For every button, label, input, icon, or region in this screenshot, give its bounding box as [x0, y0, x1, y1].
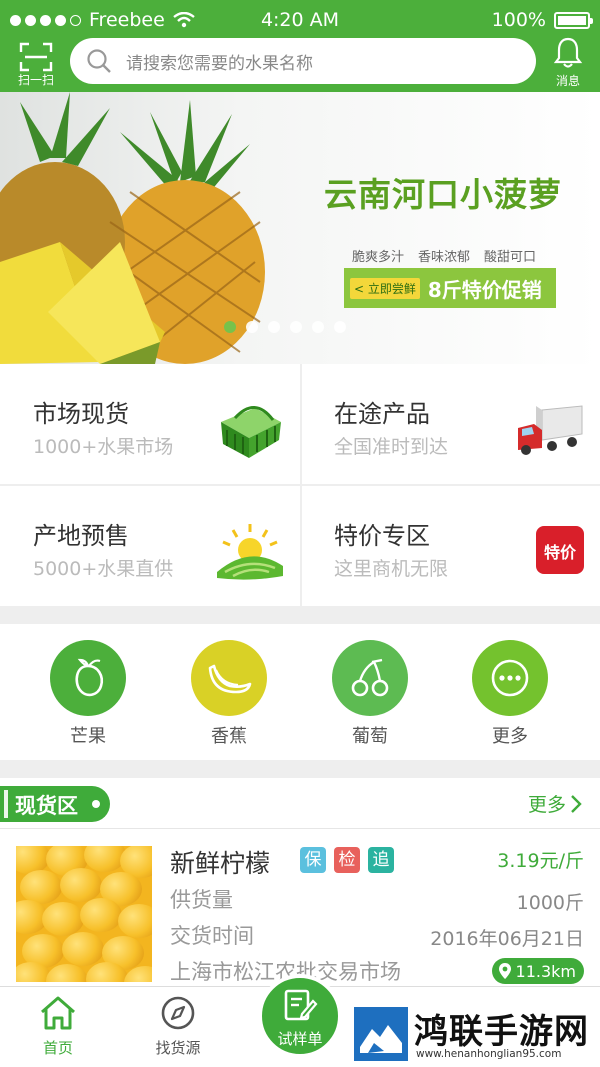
- search-icon: [87, 49, 111, 73]
- fruit-mango[interactable]: 芒果: [43, 640, 133, 748]
- delivery-value: 2016年06月21日: [430, 928, 584, 950]
- try-now-chip[interactable]: < 立即尝鲜: [350, 277, 420, 299]
- section-title: 现货区: [15, 794, 78, 818]
- tab-label: 找货源: [155, 1039, 201, 1057]
- scan-button[interactable]: 扫一扫: [8, 40, 64, 88]
- delivery-label: 交货时间: [170, 924, 254, 948]
- sale-bag-icon: 特价: [536, 526, 584, 574]
- battery-icon: [554, 11, 593, 29]
- fruit-more[interactable]: 更多: [465, 640, 555, 748]
- watermark-url: www.henanhonglian95.com: [416, 1048, 562, 1060]
- banner-tag: 脆爽多汁: [352, 250, 405, 265]
- chevron-right-icon: [571, 794, 582, 813]
- category-market-stock[interactable]: 市场现货 1000+水果市场: [0, 364, 299, 484]
- banner-tags: 脆爽多汁 香味浓郁 酸甜可口: [352, 246, 536, 265]
- section-bar: [4, 790, 8, 818]
- spot-section: 现货区 更多 新鲜柠檬 保 检 追 3.19元/斤 供货量 1000斤 交货时间…: [0, 778, 600, 988]
- banner-promo[interactable]: < 立即尝鲜 8斤特价促销: [344, 268, 556, 308]
- category-subtitle: 全国准时到达: [334, 436, 449, 458]
- scan-icon: [19, 42, 53, 72]
- more-icon: [472, 640, 548, 716]
- section-dot: [92, 800, 100, 808]
- fruit-category-row: 芒果 香蕉 葡萄 更多: [0, 624, 600, 760]
- product-image[interactable]: [16, 846, 152, 982]
- app-header: Freebee 4:20 AM 100% 扫一扫 请搜索您需要的水果名称 消息: [0, 0, 600, 92]
- sale-badge-text: 特价: [543, 543, 576, 562]
- badge-guarantee: 保: [300, 847, 326, 873]
- status-bar: Freebee 4:20 AM 100%: [0, 0, 600, 40]
- fruit-label: 葡萄: [352, 726, 388, 747]
- promo-banner[interactable]: 云南河口小菠萝 脆爽多汁 香味浓郁 酸甜可口 < 立即尝鲜 8斤特价促销: [0, 92, 600, 364]
- scan-label: 扫一扫: [17, 73, 54, 87]
- location-pin-icon: [498, 963, 511, 979]
- watermark-name: 鸿联手游网: [414, 1012, 589, 1052]
- home-icon: [41, 996, 75, 1030]
- more-link[interactable]: 更多: [528, 790, 582, 817]
- banner-pager[interactable]: [224, 321, 346, 333]
- battery-info: 100%: [491, 9, 593, 31]
- category-origin-presale[interactable]: 产地预售 5000+水果直供: [0, 486, 299, 606]
- banner-tag: 香味浓郁: [418, 250, 471, 265]
- category-special-offer[interactable]: 特价专区 这里商机无限 特价: [301, 486, 600, 606]
- tab-label: 首页: [42, 1039, 73, 1057]
- farm-sun-icon: [217, 524, 283, 580]
- pager-dot[interactable]: [290, 321, 302, 333]
- cherry-icon: [332, 640, 408, 716]
- edit-list-icon: [284, 989, 318, 1021]
- distance-value: 11.3km: [515, 961, 576, 981]
- category-in-transit[interactable]: 在途产品 全国准时到达: [301, 364, 600, 484]
- watermark: 鸿联手游网 www.henanhonglian95.com: [350, 1002, 600, 1064]
- banner-title: 云南河口小菠萝: [324, 175, 562, 214]
- badge-traceable: 追: [368, 847, 394, 873]
- product-price: 3.19元/斤: [497, 850, 584, 872]
- bell-icon: [553, 37, 583, 68]
- pager-dot[interactable]: [246, 321, 258, 333]
- fruit-label: 芒果: [70, 726, 106, 747]
- mango-icon: [50, 640, 126, 716]
- compass-icon: [161, 996, 195, 1030]
- fruit-label: 更多: [492, 726, 528, 747]
- sample-order-button[interactable]: 试样单: [258, 974, 342, 1058]
- tab-find-source[interactable]: 找货源: [133, 995, 223, 1058]
- fruit-banana[interactable]: 香蕉: [184, 640, 274, 748]
- banner-tag: 酸甜可口: [484, 250, 537, 265]
- pager-dot[interactable]: [268, 321, 280, 333]
- supply-value: 1000斤: [516, 892, 584, 914]
- pager-dot[interactable]: [312, 321, 324, 333]
- grid-divider: [0, 484, 600, 486]
- distance-badge[interactable]: 11.3km: [491, 958, 584, 984]
- pager-dot[interactable]: [334, 321, 346, 333]
- category-subtitle: 1000+水果市场: [33, 436, 174, 458]
- banana-icon: [191, 640, 267, 716]
- product-name[interactable]: 新鲜柠檬: [170, 844, 270, 880]
- basket-icon: [221, 406, 281, 458]
- messages-label: 消息: [555, 74, 580, 88]
- promo-text: 8斤特价促销: [427, 277, 542, 302]
- section-header: 现货区: [0, 786, 110, 822]
- category-grid: 市场现货 1000+水果市场 在途产品 全国准时到达 产地预售 5000+水果直…: [0, 364, 600, 606]
- section-divider: [0, 828, 600, 829]
- watermark-logo: [354, 1007, 408, 1061]
- messages-button[interactable]: 消息: [544, 34, 592, 90]
- category-title: 特价专区: [334, 522, 430, 550]
- sample-order-label: 试样单: [277, 1030, 323, 1048]
- search-input[interactable]: 请搜索您需要的水果名称: [70, 38, 536, 84]
- tab-home[interactable]: 首页: [13, 995, 103, 1058]
- category-title: 市场现货: [33, 400, 129, 428]
- category-subtitle: 这里商机无限: [334, 558, 449, 580]
- fruit-grape[interactable]: 葡萄: [325, 640, 415, 748]
- pager-dot[interactable]: [224, 321, 236, 333]
- supply-label: 供货量: [170, 888, 233, 912]
- battery-percent: 100%: [491, 9, 546, 31]
- category-title: 产地预售: [33, 522, 129, 550]
- badge-inspected: 检: [334, 847, 360, 873]
- category-subtitle: 5000+水果直供: [33, 558, 174, 580]
- search-placeholder: 请搜索您需要的水果名称: [126, 53, 313, 74]
- more-label: 更多: [527, 794, 566, 816]
- truck-icon: [518, 405, 583, 455]
- category-title: 在途产品: [334, 400, 430, 428]
- fruit-label: 香蕉: [211, 726, 247, 747]
